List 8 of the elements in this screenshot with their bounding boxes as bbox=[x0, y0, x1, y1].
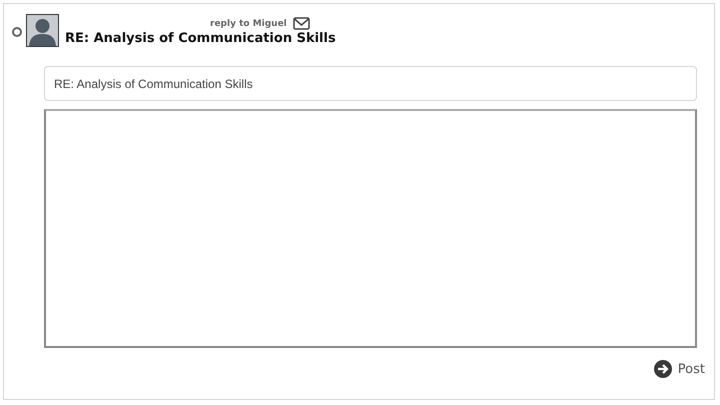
message-field[interactable] bbox=[44, 109, 697, 348]
avatar-icon bbox=[26, 14, 59, 47]
radio-button[interactable] bbox=[12, 27, 22, 37]
reply-to-link[interactable]: reply to Miguel bbox=[210, 18, 287, 28]
mail-icon[interactable] bbox=[292, 17, 310, 30]
subject-field[interactable]: RE: Analysis of Communication Skills bbox=[44, 66, 697, 101]
post-title: RE: Analysis of Communication Skills bbox=[65, 31, 336, 46]
post-button[interactable]: Post bbox=[654, 360, 705, 378]
